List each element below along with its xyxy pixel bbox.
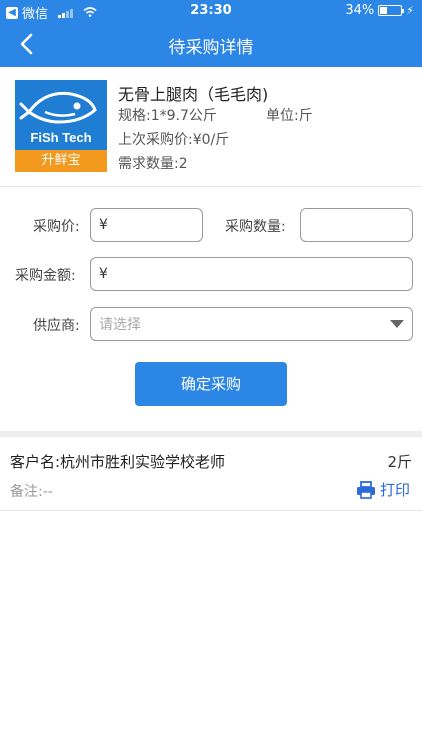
demand-quantity: 需求数量:2 [118,156,188,172]
status-bar: ◀ 微信 23:30 34% ⚡ [0,0,422,22]
product-logo: FiSh Tech 升鲜宝 [15,80,107,172]
last-purchase-price: 上次采购价:¥0/斤 [118,132,230,148]
purchase-amount-input[interactable]: ¥ [90,257,413,291]
product-name: 无骨上腿肉（毛毛肉) [118,85,269,104]
product-card: FiSh Tech 升鲜宝 无骨上腿肉（毛毛肉) 规格:1*9.7公斤 单位:斤… [0,67,422,187]
customer-name: 客户名:杭州市胜利实验学校老师 [10,453,226,471]
print-button[interactable]: 打印 [356,479,410,500]
battery-percent: 34% [345,3,375,18]
order-item: 客户名:杭州市胜利实验学校老师 2斤 备注:-- 打印 [0,437,422,511]
supplier-select[interactable]: 请选择 [90,307,413,341]
purchase-qty-label: 采购数量: [225,219,286,235]
nav-bar: 待采购详情 [0,22,422,67]
logo-background: FiSh Tech [15,80,107,150]
charging-icon: ⚡ [406,4,414,17]
order-quantity: 2斤 [387,453,412,471]
purchase-price-label: 采购价: [33,219,80,235]
fish-logo-icon [19,91,97,124]
page-title: 待采购详情 [168,38,254,58]
dropdown-caret-icon [390,320,404,328]
purchase-price-input[interactable]: ¥ [90,208,203,242]
logo-tagline: 升鲜宝 [15,150,107,172]
purchase-amount-value: ¥ [99,266,108,282]
supplier-label: 供应商: [33,318,80,334]
purchase-price-value: ¥ [99,217,108,233]
product-unit: 单位:斤 [266,108,313,124]
supplier-placeholder: 请选择 [99,317,141,333]
purchase-amount-label: 采购金额: [15,268,76,284]
printer-icon [356,480,375,499]
order-remark: 备注:-- [10,484,53,500]
product-spec: 规格:1*9.7公斤 [118,108,217,124]
print-label: 打印 [379,481,410,499]
battery-icon [378,5,405,16]
logo-brand: FiSh Tech [30,130,92,145]
battery-status: 34% ⚡ [345,3,414,18]
purchase-qty-input[interactable] [300,208,413,242]
top-bar: ◀ 微信 23:30 34% ⚡ 待采购详情 [0,0,422,67]
confirm-purchase-button[interactable]: 确定采购 [135,362,287,406]
